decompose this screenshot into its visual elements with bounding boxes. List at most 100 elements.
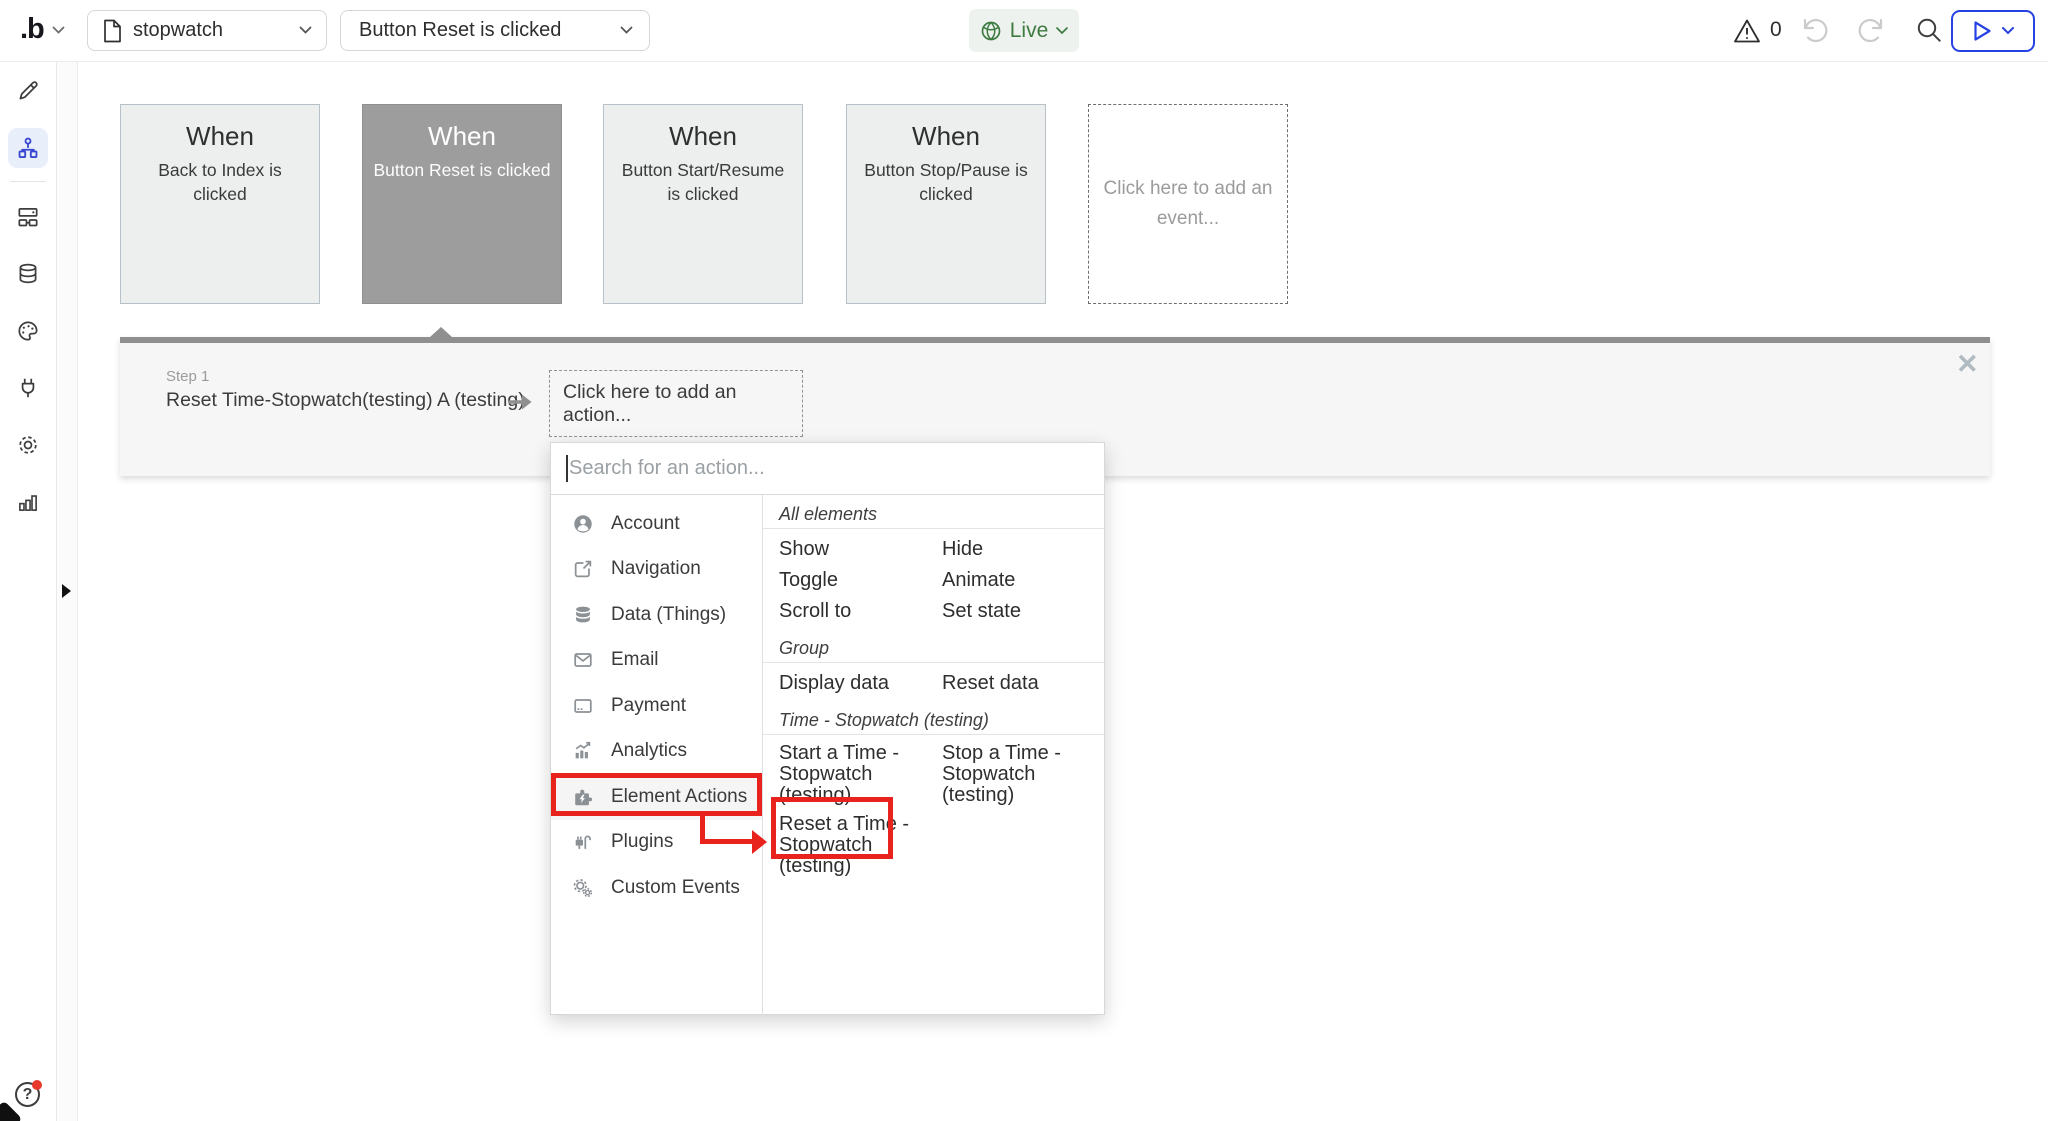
help-button[interactable]: ? (15, 1082, 40, 1107)
credit-card-icon (572, 695, 594, 717)
category-plugins[interactable]: Plugins (551, 820, 762, 866)
page-selector-dropdown[interactable]: stopwatch (87, 10, 327, 51)
database-icon (15, 261, 41, 287)
action-item[interactable]: Start a Time - Stopwatch (testing) (779, 741, 942, 812)
workflow-selector-value: Button Reset is clicked (359, 19, 620, 42)
event-card[interactable]: When Button Stop/Pause is clicked (846, 104, 1046, 304)
issue-count: 0 (1770, 18, 1782, 42)
sidebar-item-logs[interactable] (8, 482, 48, 522)
plug-icon (15, 375, 41, 401)
event-card-title: When (857, 121, 1035, 152)
text-caret (566, 455, 568, 482)
action-item[interactable]: Show (779, 534, 942, 565)
chevron-down-icon (2002, 27, 2014, 35)
workflow-selector-dropdown[interactable]: Button Reset is clicked (340, 10, 650, 51)
database-icon (572, 604, 594, 626)
environment-badge[interactable]: Live (969, 9, 1079, 52)
gears-icon (572, 877, 594, 899)
chevron-down-icon (1056, 27, 1068, 35)
action-group-header: All elements (763, 495, 1104, 529)
panel-pointer (430, 327, 452, 337)
event-card-title: When (373, 121, 551, 152)
category-custom-events[interactable]: Custom Events (551, 865, 762, 911)
event-card-title: When (614, 121, 792, 152)
sidebar-item-components[interactable] (8, 197, 48, 237)
category-email[interactable]: Email (551, 638, 762, 684)
action-item[interactable]: Reset data (942, 668, 1104, 699)
preview-run-button[interactable] (1951, 10, 2035, 52)
event-card[interactable]: When Button Start/Resume is clicked (603, 104, 803, 304)
page-selector-value: stopwatch (133, 19, 299, 42)
action-group-header: Time - Stopwatch (testing) (763, 701, 1104, 735)
event-card-subtitle: Back to Index is clicked (131, 158, 309, 206)
play-icon (1973, 20, 1992, 42)
page-icon (102, 19, 123, 43)
sidebar-divider (10, 181, 46, 182)
action-item[interactable]: Display data (779, 668, 942, 699)
action-item[interactable]: Scroll to (779, 596, 942, 627)
category-analytics[interactable]: Analytics (551, 729, 762, 775)
sidebar-item-settings[interactable] (8, 425, 48, 465)
step-number-label: Step 1 (166, 368, 209, 385)
sidebar-item-data[interactable] (8, 254, 48, 294)
action-search (551, 443, 1104, 495)
action-item[interactable]: Animate (942, 565, 1104, 596)
envelope-icon (572, 649, 594, 671)
action-item[interactable]: Toggle (779, 565, 942, 596)
expand-panel-handle[interactable] (62, 584, 71, 598)
category-data-things[interactable]: Data (Things) (551, 592, 762, 638)
sidebar-item-workflow[interactable] (8, 128, 48, 168)
action-list: All elements Show Hide Toggle Animate Sc… (763, 495, 1104, 1016)
event-card-subtitle: Button Start/Resume is clicked (614, 158, 792, 206)
category-element-actions[interactable]: Element Actions (551, 774, 762, 820)
redo-icon[interactable] (1857, 16, 1887, 44)
event-card-selected[interactable]: When Button Reset is clicked (362, 104, 562, 304)
action-search-input[interactable] (551, 443, 1104, 494)
action-item[interactable]: Stop a Time - Stopwatch (testing) (942, 741, 1104, 812)
account-icon (572, 513, 594, 535)
category-account[interactable]: Account (551, 501, 762, 547)
action-category-list: Account Navigation Data (Things) Email P… (551, 495, 763, 1016)
bubble-workflow-editor: .b stopwatch Button Reset is clicked Liv… (0, 0, 2048, 1121)
pencil-icon (15, 78, 41, 104)
puzzle-bolt-icon (572, 786, 594, 808)
undo-icon[interactable] (1799, 16, 1829, 44)
chevron-down-icon[interactable] (52, 26, 65, 35)
event-card-title: When (131, 121, 309, 152)
palette-icon (15, 318, 41, 344)
bubble-logo[interactable]: .b (20, 13, 44, 46)
sidebar-item-design[interactable] (8, 71, 48, 111)
editor-sidebar: ? (0, 61, 57, 1121)
action-picker-menu: Account Navigation Data (Things) Email P… (550, 442, 1105, 1015)
workflow-icon (15, 135, 41, 161)
chevron-down-icon (620, 26, 633, 35)
category-payment[interactable]: Payment (551, 683, 762, 729)
action-item-reset-stopwatch[interactable]: Reset a Time - Stopwatch (testing) (779, 812, 942, 883)
globe-icon (980, 20, 1002, 42)
event-card[interactable]: When Back to Index is clicked (120, 104, 320, 304)
analytics-icon (572, 740, 594, 762)
add-event-placeholder[interactable]: Click here to add an event... (1088, 104, 1288, 304)
add-action-placeholder[interactable]: Click here to add an action... (549, 370, 803, 437)
sidebar-item-plugins[interactable] (8, 368, 48, 408)
question-mark-icon: ? (23, 1086, 33, 1104)
navigation-icon (572, 558, 594, 580)
issues-warning-icon[interactable] (1733, 18, 1761, 44)
top-toolbar: .b stopwatch Button Reset is clicked Liv… (0, 0, 2048, 62)
components-icon (15, 204, 41, 230)
panel-top-bar (120, 337, 1990, 343)
action-group-header: Group (763, 629, 1104, 663)
step-title[interactable]: Reset Time-Stopwatch(testing) A (testing… (166, 389, 525, 412)
event-card-subtitle: Button Reset is clicked (373, 158, 551, 182)
sidebar-item-styles[interactable] (8, 311, 48, 351)
arrow-right-icon (508, 392, 536, 412)
plug-icon (572, 831, 594, 853)
bar-chart-icon (15, 489, 41, 515)
search-icon[interactable] (1915, 16, 1943, 44)
action-item[interactable]: Hide (942, 534, 1104, 565)
environment-label: Live (1010, 19, 1049, 43)
category-navigation[interactable]: Navigation (551, 547, 762, 593)
action-item[interactable]: Set state (942, 596, 1104, 627)
close-icon[interactable]: ✕ (1956, 349, 1979, 380)
chevron-down-icon (299, 26, 312, 35)
